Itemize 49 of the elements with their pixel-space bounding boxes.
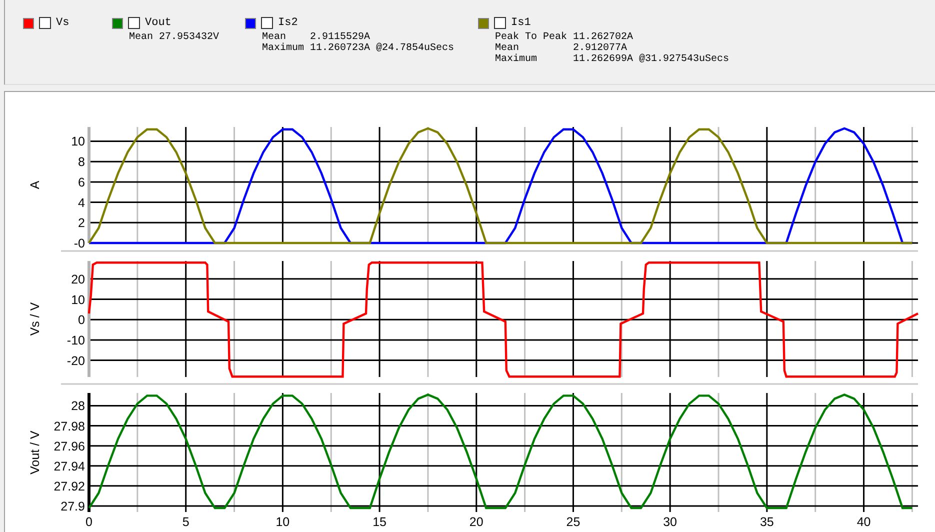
y-tick-label: 4 — [78, 196, 85, 210]
x-tick-label: 20 — [469, 515, 484, 529]
trace-checkbox[interactable] — [261, 17, 273, 29]
axis-title: Vout / V — [28, 430, 42, 474]
y-tick-label: 27.9 — [60, 499, 85, 514]
y-tick-label: 0 — [78, 313, 85, 328]
y-tick-label: 20 — [71, 272, 85, 286]
y-tick-label: -10 — [66, 333, 85, 348]
y-tick-label: 27.94 — [54, 459, 85, 474]
stat-value: 11.262699A @31.927543uSecs — [573, 54, 730, 65]
x-tick-label: 35 — [760, 515, 774, 529]
stat-label: Mean — [495, 43, 520, 54]
stat-value: 2.912077A — [573, 43, 628, 54]
x-tick-label: 0 — [86, 515, 92, 529]
axis-title: Vs / V — [28, 302, 42, 336]
stat-label: Mean — [262, 32, 286, 43]
stat-value: 2.9115529A — [310, 32, 372, 43]
x-tick-label: 10 — [276, 515, 290, 529]
x-tick-label: 5 — [182, 515, 190, 529]
stat-value: 11.262702A — [573, 32, 634, 43]
trace-name: Is1 — [511, 17, 531, 29]
y-tick-label: 27.96 — [54, 439, 85, 454]
stat-value: 27.953432V — [159, 32, 220, 43]
y-tick-label: -20 — [66, 354, 85, 368]
stat-label: Mean — [129, 32, 154, 43]
stat-label: Peak To Peak — [495, 32, 568, 43]
y-tick-label: 10 — [71, 134, 85, 149]
axis-title: A — [28, 180, 42, 190]
y-tick-label: 27.98 — [54, 419, 85, 434]
y-tick-label: 28 — [71, 399, 85, 414]
trace-checkbox[interactable] — [128, 17, 140, 29]
trace-name: Vout — [145, 17, 172, 29]
x-tick-label: 40 — [856, 515, 871, 529]
stat-value: 11.260723A @24.7854uSecs — [310, 43, 454, 54]
x-tick-label: 15 — [372, 515, 386, 529]
trace-name: Vs — [56, 17, 70, 29]
x-tick-label: 30 — [663, 515, 678, 529]
y-tick-label: -0 — [74, 236, 85, 250]
trace-checkbox[interactable] — [39, 17, 51, 29]
y-tick-label: 2 — [78, 216, 85, 230]
stat-label: Maximum — [262, 43, 304, 54]
y-tick-label: 8 — [78, 155, 85, 170]
y-tick-label: 10 — [71, 292, 85, 307]
y-tick-label: 6 — [78, 175, 85, 190]
trace-checkbox[interactable] — [494, 17, 506, 29]
trace-name: Is2 — [278, 17, 298, 29]
stat-label: Maximum — [495, 54, 538, 65]
x-tick-label: 25 — [566, 515, 580, 529]
y-tick-label: 27.92 — [54, 479, 85, 494]
